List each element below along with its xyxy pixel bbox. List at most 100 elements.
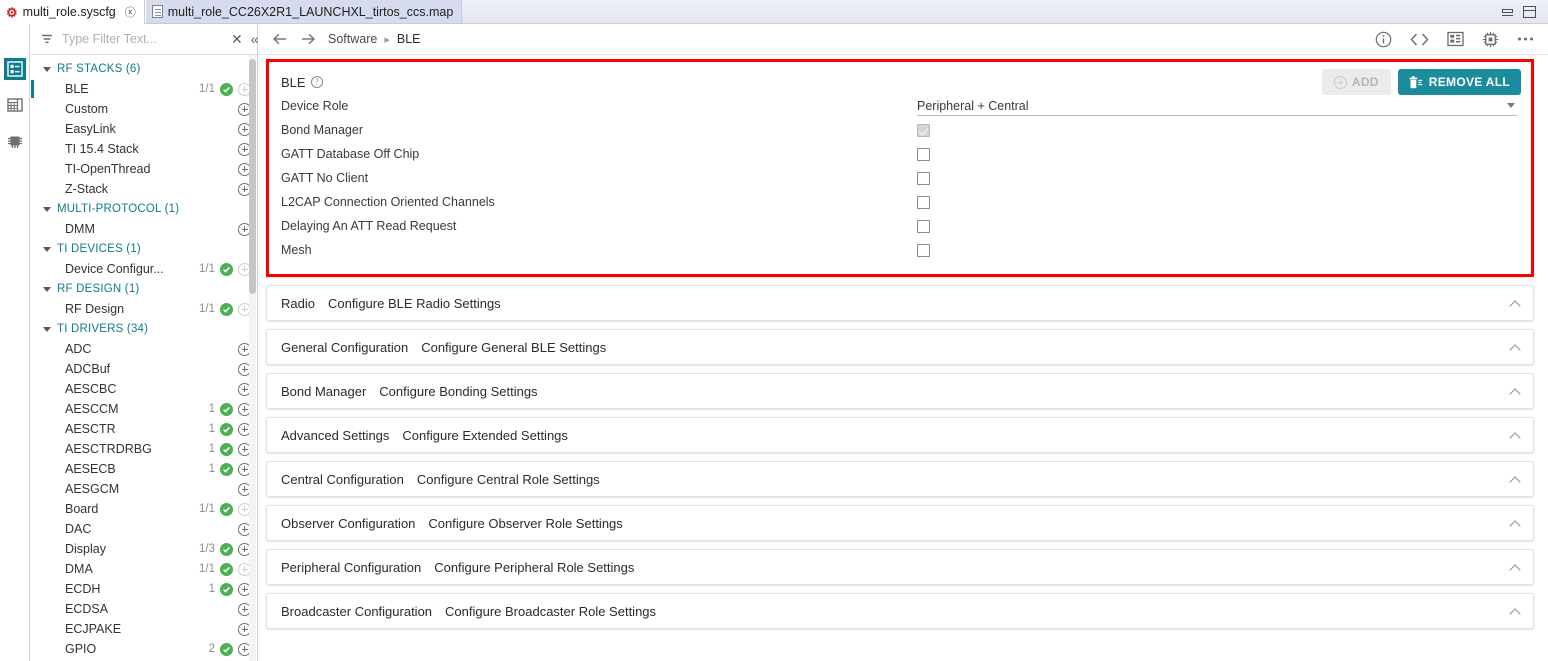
tree-item-adcbuf[interactable]: ADCBuf	[31, 359, 257, 379]
tree-item-ecdsa[interactable]: ECDSA	[31, 599, 257, 619]
chevron-up-icon[interactable]	[1510, 562, 1521, 573]
tree-item-label: Custom	[65, 102, 220, 116]
tree-item-display[interactable]: Display1/3	[31, 539, 257, 559]
section-bond-manager[interactable]: Bond ManagerConfigure Bonding Settings	[266, 373, 1534, 409]
tree-item-rf-design[interactable]: RF Design1/1	[31, 299, 257, 319]
breadcrumb-separator: ▸	[384, 33, 390, 46]
tree-item-easylink[interactable]: EasyLink	[31, 119, 257, 139]
add-button[interactable]: ADD	[1322, 69, 1391, 95]
checkbox-l2cap-connection-oriented-channels[interactable]	[917, 196, 930, 209]
chevron-up-icon[interactable]	[1510, 386, 1521, 397]
chevron-up-icon[interactable]	[1510, 518, 1521, 529]
tree-group-rf-design-1[interactable]: RF DESIGN (1)	[31, 279, 257, 299]
tree-item-board[interactable]: Board1/1	[31, 499, 257, 519]
forward-button[interactable]	[300, 32, 316, 46]
checkbox-gatt-no-client[interactable]	[917, 172, 930, 185]
device-role-select[interactable]: Peripheral + Central	[917, 96, 1517, 116]
tree-item-label: ADCBuf	[65, 362, 220, 376]
tree-item-device-configur[interactable]: Device Configur...1/1	[31, 259, 257, 279]
tree-item-aesecb[interactable]: AESECB1	[31, 459, 257, 479]
field-row-device-role: Device RolePeripheral + Central	[269, 94, 1531, 118]
tree-item-count: 1/1	[199, 263, 215, 275]
chevron-up-icon[interactable]	[1510, 342, 1521, 353]
field-control	[917, 244, 1517, 257]
settings-scroll-area[interactable]: BLE ? ADD	[258, 55, 1548, 661]
tab-multi-role-syscfg[interactable]: ⚙ multi_role.syscfg ⓧ	[0, 0, 145, 24]
chevron-down-icon	[43, 247, 51, 252]
tree-group-label: RF STACKS (6)	[57, 63, 141, 75]
tree-item-aescbc[interactable]: AESCBC	[31, 379, 257, 399]
code-icon[interactable]	[1410, 32, 1429, 47]
tree-group-ti-drivers-34[interactable]: TI DRIVERS (34)	[31, 319, 257, 339]
tree-item-ecjpake[interactable]: ECJPAKE	[31, 619, 257, 639]
more-options-icon[interactable]	[1517, 36, 1534, 42]
field-control	[917, 172, 1517, 185]
tree-item-dmm[interactable]: DMM	[31, 219, 257, 239]
field-row-mesh: Mesh	[269, 238, 1531, 262]
checkbox-delaying-an-att-read-request[interactable]	[917, 220, 930, 233]
breadcrumb-item-ble[interactable]: BLE	[397, 32, 421, 46]
tree-item-gpio[interactable]: GPIO2	[31, 639, 257, 659]
section-radio[interactable]: RadioConfigure BLE Radio Settings	[266, 285, 1534, 321]
section-general-configuration[interactable]: General ConfigurationConfigure General B…	[266, 329, 1534, 365]
section-name: Broadcaster Configuration	[281, 604, 432, 619]
structure-outline-icon[interactable]	[4, 58, 26, 80]
tree-item-aesctr[interactable]: AESCTR1	[31, 419, 257, 439]
tree-item-ecdh[interactable]: ECDH1	[31, 579, 257, 599]
chevron-up-icon[interactable]	[1510, 474, 1521, 485]
section-peripheral-configuration[interactable]: Peripheral ConfigurationConfigure Periph…	[266, 549, 1534, 585]
filter-icon[interactable]	[40, 32, 54, 46]
info-glyph	[1375, 31, 1392, 48]
tree-group-rf-stacks-6[interactable]: RF STACKS (6)	[31, 59, 257, 79]
chevron-up-icon[interactable]	[1510, 298, 1521, 309]
close-icon[interactable]: ⓧ	[125, 4, 136, 20]
breadcrumb-item-software[interactable]: Software	[328, 32, 377, 46]
clear-icon[interactable]: ✕	[231, 31, 243, 48]
tree-item-aesgcm[interactable]: AESGCM	[31, 479, 257, 499]
tree-item-label: DMA	[65, 562, 199, 576]
left-icon-rail	[0, 24, 30, 661]
minimize-icon[interactable]	[1502, 9, 1513, 16]
tree-item-aesctrdrbg[interactable]: AESCTRDRBG1	[31, 439, 257, 459]
tree-item-ble[interactable]: BLE1/1	[31, 79, 257, 99]
tree-item-label: EasyLink	[65, 122, 220, 136]
device-role-value: Peripheral + Central	[917, 99, 1029, 113]
tab-multi-role-map[interactable]: multi_role_CC26X2R1_LAUNCHXL_tirtos_ccs.…	[145, 0, 463, 24]
help-icon[interactable]: ?	[311, 76, 323, 88]
tab-label: multi_role.syscfg	[23, 5, 116, 19]
tree-item-z-stack[interactable]: Z-Stack	[31, 179, 257, 199]
tree-item-dma[interactable]: DMA1/1	[31, 559, 257, 579]
checkbox-mesh[interactable]	[917, 244, 930, 257]
tree-group-label: TI DEVICES (1)	[57, 243, 141, 255]
chip-view-icon[interactable]	[4, 130, 26, 152]
tree-item-adc[interactable]: ADC	[31, 339, 257, 359]
tree-group-multi-protocol-1[interactable]: MULTI-PROTOCOL (1)	[31, 199, 257, 219]
tree-item-custom[interactable]: Custom	[31, 99, 257, 119]
module-tree[interactable]: RF STACKS (6) BLE1/1 Custom EasyLink TI 15.4…	[31, 55, 257, 661]
info-icon[interactable]	[1375, 31, 1392, 48]
tree-item-count: 1/1	[199, 503, 215, 515]
tree-item-aesccm[interactable]: AESCCM1	[31, 399, 257, 419]
checkbox-gatt-database-off-chip[interactable]	[917, 148, 930, 161]
tree-item-count: 1	[209, 423, 215, 435]
section-observer-configuration[interactable]: Observer ConfigurationConfigure Observer…	[266, 505, 1534, 541]
tree-item-label: TI 15.4 Stack	[65, 142, 220, 156]
section-central-configuration[interactable]: Central ConfigurationConfigure Central R…	[266, 461, 1534, 497]
tree-item-ti-15-4-stack[interactable]: TI 15.4 Stack	[31, 139, 257, 159]
chip-icon[interactable]	[1482, 31, 1499, 48]
back-button[interactable]	[272, 32, 288, 46]
chevron-down-icon	[1507, 103, 1515, 108]
table-view-icon[interactable]	[4, 94, 26, 116]
maximize-icon[interactable]	[1523, 6, 1536, 18]
tree-item-ti-openthread[interactable]: TI-OpenThread	[31, 159, 257, 179]
tree-scrollbar-thumb[interactable]	[249, 59, 256, 294]
tree-group-ti-devices-1[interactable]: TI DEVICES (1)	[31, 239, 257, 259]
remove-all-button[interactable]: REMOVE ALL	[1398, 69, 1521, 95]
chevron-up-icon[interactable]	[1510, 606, 1521, 617]
section-broadcaster-configuration[interactable]: Broadcaster ConfigurationConfigure Broad…	[266, 593, 1534, 629]
section-advanced-settings[interactable]: Advanced SettingsConfigure Extended Sett…	[266, 417, 1534, 453]
tree-item-dac[interactable]: DAC	[31, 519, 257, 539]
chevron-up-icon[interactable]	[1510, 430, 1521, 441]
search-input[interactable]	[62, 32, 223, 46]
layout-panel-icon[interactable]	[1447, 31, 1464, 47]
